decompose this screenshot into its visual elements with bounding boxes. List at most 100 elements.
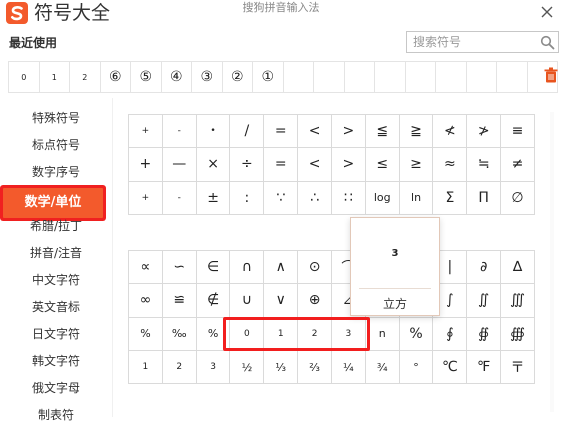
symbol-cell[interactable]: ∞ [129, 284, 163, 318]
sidebar-item-9[interactable]: 日文字符 [0, 326, 112, 342]
symbol-cell[interactable]: ⊕ [298, 284, 332, 318]
symbol-cell[interactable]: n [365, 317, 400, 351]
symbol-cell[interactable]: 1 [129, 350, 163, 385]
symbol-cell[interactable]: ∪ [230, 284, 265, 318]
symbol-cell[interactable]: ⅔ [298, 350, 332, 385]
symbol-cell[interactable]: % [399, 317, 434, 351]
symbol-cell[interactable]: ∽ [162, 251, 197, 285]
symbol-cell[interactable]: > [331, 148, 366, 182]
recent-symbol-cell[interactable] [284, 62, 314, 92]
symbol-cell[interactable]: + [129, 181, 163, 215]
search-input[interactable] [413, 34, 533, 50]
recent-symbol-cell[interactable] [406, 62, 436, 92]
trash-icon[interactable] [543, 67, 559, 84]
symbol-cell[interactable]: ∆ [501, 251, 535, 285]
symbol-cell[interactable]: 2 [162, 350, 197, 385]
symbol-cell[interactable]: ℃ [433, 350, 468, 385]
symbol-cell[interactable]: ≤ [365, 148, 400, 182]
symbol-cell[interactable]: ° [399, 350, 434, 385]
symbol-cell[interactable]: ∰ [501, 317, 535, 351]
symbol-cell[interactable]: ± [196, 181, 231, 215]
symbol-cell[interactable]: ℉ [467, 350, 502, 385]
recent-symbol-cell[interactable]: ⑥ [101, 62, 131, 92]
sidebar-item-8[interactable]: 英文音标 [0, 299, 112, 315]
recent-symbol-cell[interactable]: ① [253, 62, 284, 92]
recent-symbol-cell[interactable] [436, 62, 467, 92]
symbol-cell[interactable]: ≌ [162, 284, 197, 318]
symbol-cell[interactable]: ∮ [433, 317, 468, 351]
symbol-cell[interactable]: ‰ [162, 317, 197, 351]
symbol-cell[interactable]: ≦ [365, 115, 400, 149]
symbol-cell[interactable]: ∬ [467, 284, 502, 318]
symbol-cell[interactable]: ÷ [230, 148, 265, 182]
recent-symbol-cell[interactable] [345, 62, 375, 92]
symbol-cell[interactable]: + [129, 148, 163, 182]
symbol-cell[interactable]: ≮ [433, 115, 468, 149]
symbol-cell[interactable]: ∧ [264, 251, 299, 285]
symbol-cell[interactable]: ∝ [129, 251, 163, 285]
symbol-cell[interactable]: - [162, 181, 197, 215]
recent-symbol-cell[interactable]: ④ [162, 62, 192, 92]
symbol-cell[interactable]: : [230, 181, 265, 215]
symbol-cell[interactable]: ≡ [501, 115, 535, 149]
sidebar-item-10[interactable]: 韩文字符 [0, 353, 112, 369]
symbol-cell[interactable]: ∴ [298, 181, 332, 215]
sidebar-item-1[interactable]: 特殊符号 [0, 110, 112, 126]
symbol-cell[interactable]: 〒 [501, 350, 535, 385]
symbol-cell[interactable]: + [129, 115, 163, 149]
sidebar-item-6[interactable]: 拼音/注音 [0, 245, 112, 261]
symbol-cell[interactable]: > [331, 115, 366, 149]
symbol-cell[interactable]: ≠ [501, 148, 535, 182]
sidebar-item-5[interactable]: 希腊/拉丁 [0, 218, 112, 234]
symbol-cell[interactable]: — [162, 148, 197, 182]
symbol-cell[interactable]: ≧ [399, 115, 434, 149]
symbol-cell[interactable]: ∯ [467, 317, 502, 351]
sidebar-item-12[interactable]: 制表符 [0, 407, 112, 423]
symbol-cell[interactable]: - [162, 115, 197, 149]
recent-symbol-cell[interactable]: ② [223, 62, 253, 92]
symbol-cell[interactable]: = [264, 148, 299, 182]
symbol-cell[interactable]: Σ [433, 181, 468, 215]
recent-symbol-cell[interactable]: ⑤ [131, 62, 162, 92]
sidebar-item-4[interactable]: 数学/单位 [3, 188, 103, 218]
sidebar-item-7[interactable]: 中文字符 [0, 272, 112, 288]
symbol-cell[interactable]: ∨ [264, 284, 299, 318]
symbol-cell[interactable]: ¼ [331, 350, 366, 385]
symbol-cell[interactable]: ⊙ [298, 251, 332, 285]
recent-symbol-cell[interactable] [467, 62, 497, 92]
symbol-cell[interactable]: ⅓ [264, 350, 299, 385]
symbol-cell[interactable]: ∂ [467, 251, 502, 285]
sidebar-item-2[interactable]: 标点符号 [0, 137, 112, 153]
symbol-cell[interactable]: ∵ [264, 181, 299, 215]
symbol-cell[interactable]: ≒ [467, 148, 502, 182]
recent-symbol-cell[interactable] [314, 62, 345, 92]
symbol-cell[interactable]: < [298, 148, 332, 182]
symbol-cell[interactable]: log [365, 181, 400, 215]
recent-symbol-cell[interactable]: 1 [40, 62, 70, 92]
search-box[interactable] [406, 31, 559, 53]
close-icon[interactable] [538, 3, 556, 21]
symbol-cell[interactable]: ln [399, 181, 434, 215]
symbol-cell[interactable]: ∈ [196, 251, 231, 285]
sidebar-item-11[interactable]: 俄文字母 [0, 380, 112, 396]
recent-symbol-cell[interactable]: 2 [70, 62, 101, 92]
symbol-cell[interactable]: • [196, 115, 231, 149]
symbol-cell[interactable]: < [298, 115, 332, 149]
symbol-cell[interactable]: ∩ [230, 251, 265, 285]
symbol-cell[interactable]: × [196, 148, 231, 182]
scrollbar[interactable] [548, 112, 556, 412]
recent-symbol-cell[interactable]: 0 [9, 62, 40, 92]
symbol-cell[interactable]: Π [467, 181, 502, 215]
symbol-cell[interactable]: ≥ [399, 148, 434, 182]
symbol-cell[interactable]: = [264, 115, 299, 149]
recent-symbol-cell[interactable]: ③ [192, 62, 223, 92]
recent-symbol-cell[interactable] [375, 62, 406, 92]
symbol-cell[interactable]: ∅ [501, 181, 535, 215]
symbol-cell[interactable]: ½ [230, 350, 265, 385]
symbol-cell[interactable]: % [129, 317, 163, 351]
search-icon[interactable] [540, 35, 555, 50]
symbol-cell[interactable]: ≈ [433, 148, 468, 182]
symbol-cell[interactable]: ≯ [467, 115, 502, 149]
recent-symbol-cell[interactable] [497, 62, 528, 92]
symbol-cell[interactable]: ∷ [331, 181, 366, 215]
